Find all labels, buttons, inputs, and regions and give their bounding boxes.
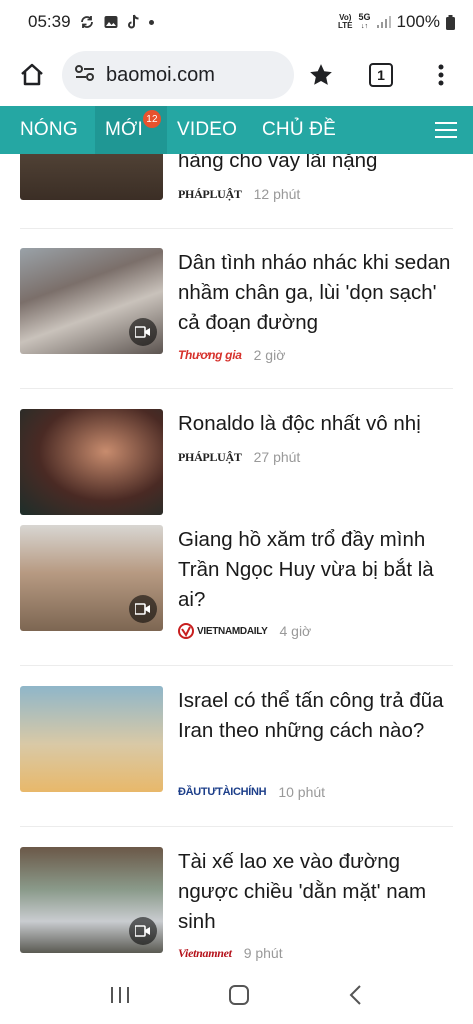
address-bar[interactable]: baomoi.com	[62, 51, 294, 99]
article-title[interactable]: Ronaldo là độc nhất vô nhị	[178, 409, 463, 439]
article-thumbnail[interactable]	[20, 409, 163, 515]
article-time: 2 giờ	[253, 347, 286, 363]
battery-percent: 100%	[396, 12, 440, 31]
article-item[interactable]: Giang hồ xăm trổ đầy mình Trần Ngọc Huy …	[0, 525, 473, 665]
video-icon	[129, 595, 157, 623]
article-meta: Vietnamnet 9 phút	[178, 945, 283, 961]
article-meta: PHÁPLUẬT 12 phút	[178, 186, 300, 202]
divider	[20, 228, 453, 229]
article-thumbnail[interactable]	[20, 686, 163, 792]
volte-icon: Vo) LTE	[337, 13, 353, 30]
article-meta: PHÁPLUẬT 27 phút	[178, 449, 300, 465]
source-logo: Vietnamnet	[178, 945, 232, 960]
source-logo: Thương gia	[178, 348, 242, 362]
tab-switcher-button[interactable]: 1	[363, 57, 399, 93]
home-nav-button[interactable]	[228, 984, 250, 1011]
recent-apps-button[interactable]	[109, 985, 131, 1010]
tiktok-icon	[127, 14, 141, 30]
menu-icon[interactable]	[435, 122, 457, 138]
home-button[interactable]	[14, 57, 50, 93]
home-nav-icon	[229, 984, 250, 1005]
article-time: 12 phút	[253, 186, 301, 202]
back-button[interactable]	[348, 984, 364, 1011]
tab-moi[interactable]: MỚI 12	[95, 106, 167, 154]
5g-icon: 5G ↓↑	[358, 12, 371, 31]
recent-apps-icon	[110, 986, 129, 1003]
source-logo: ĐẦUTƯTÀICHÍNH	[178, 786, 267, 798]
article-thumbnail[interactable]	[20, 847, 163, 953]
notification-dot-icon	[148, 19, 154, 25]
article-time: 10 phút	[278, 784, 326, 800]
article-item[interactable]: Ronaldo là độc nhất vô nhị PHÁPLUẬT 27 p…	[0, 409, 473, 515]
new-count-badge: 12	[143, 110, 161, 128]
article-title[interactable]: Tài xế lao xe vào đường ngược chiều 'dằn…	[178, 847, 463, 937]
browser-toolbar: baomoi.com 1	[0, 44, 473, 106]
article-item[interactable]: Tài xế lao xe vào đường ngược chiều 'dằn…	[0, 847, 473, 970]
article-meta: Thương gia 2 giờ	[178, 347, 285, 363]
article-meta: ĐẦUTƯTÀICHÍNH 10 phút	[178, 784, 325, 800]
tab-chu-de[interactable]: CHỦ ĐỀ	[253, 106, 336, 154]
article-item[interactable]: hàng cho vay lãi nặng PHÁPLUẬT 12 phút	[0, 154, 473, 224]
article-time: 9 phút	[243, 945, 283, 961]
article-title[interactable]: Israel có thể tấn công trả đũa Iran theo…	[178, 686, 463, 746]
back-icon	[349, 984, 361, 1005]
sync-icon	[79, 14, 95, 30]
article-thumbnail[interactable]	[20, 525, 163, 631]
site-settings-icon[interactable]	[74, 64, 96, 87]
tab-nong[interactable]: NÓNG	[0, 106, 95, 154]
divider	[20, 826, 453, 827]
url-text[interactable]: baomoi.com	[106, 64, 215, 87]
battery-icon	[446, 14, 455, 30]
article-thumbnail[interactable]	[20, 154, 163, 200]
article-item[interactable]: Israel có thể tấn công trả đũa Iran theo…	[0, 686, 473, 826]
source-logo: PHÁPLUẬT	[178, 186, 242, 201]
system-navigation-bar	[0, 970, 473, 1024]
home-icon	[21, 63, 43, 86]
article-time: 27 phút	[253, 449, 301, 465]
gallery-icon	[103, 14, 119, 30]
more-vert-icon	[438, 64, 444, 86]
article-title[interactable]: Giang hồ xăm trổ đầy mình Trần Ngọc Huy …	[178, 525, 463, 615]
video-icon	[129, 318, 157, 346]
signal-icon	[376, 16, 391, 28]
vietnamdaily-logo-icon	[178, 623, 194, 639]
article-thumbnail[interactable]	[20, 248, 163, 354]
star-icon	[310, 64, 332, 85]
source-logo: VIETNAMDAILY	[178, 623, 268, 639]
clock: 05:39	[28, 12, 71, 31]
source-logo: PHÁPLUẬT	[178, 449, 242, 464]
news-feed: hàng cho vay lãi nặng PHÁPLUẬT 12 phút D…	[0, 154, 473, 970]
tab-video[interactable]: VIDEO	[167, 106, 253, 154]
article-title[interactable]: Dân tình nháo nhác khi sedan nhầm chân g…	[178, 248, 463, 338]
more-menu-button[interactable]	[423, 57, 459, 93]
article-title[interactable]: hàng cho vay lãi nặng	[178, 154, 463, 176]
bookmark-button[interactable]	[303, 57, 339, 93]
divider	[20, 665, 453, 666]
status-bar: 05:39 Vo) LTE 5G ↓↑ 100%	[0, 0, 473, 44]
category-nav: NÓNG MỚI 12 VIDEO CHỦ ĐỀ	[0, 106, 473, 154]
article-time: 4 giờ	[279, 623, 312, 639]
video-icon	[129, 917, 157, 945]
tab-count: 1	[369, 63, 393, 87]
article-meta: VIETNAMDAILY 4 giờ	[178, 623, 311, 639]
article-item[interactable]: Dân tình nháo nhác khi sedan nhầm chân g…	[0, 248, 473, 388]
divider	[20, 388, 453, 389]
